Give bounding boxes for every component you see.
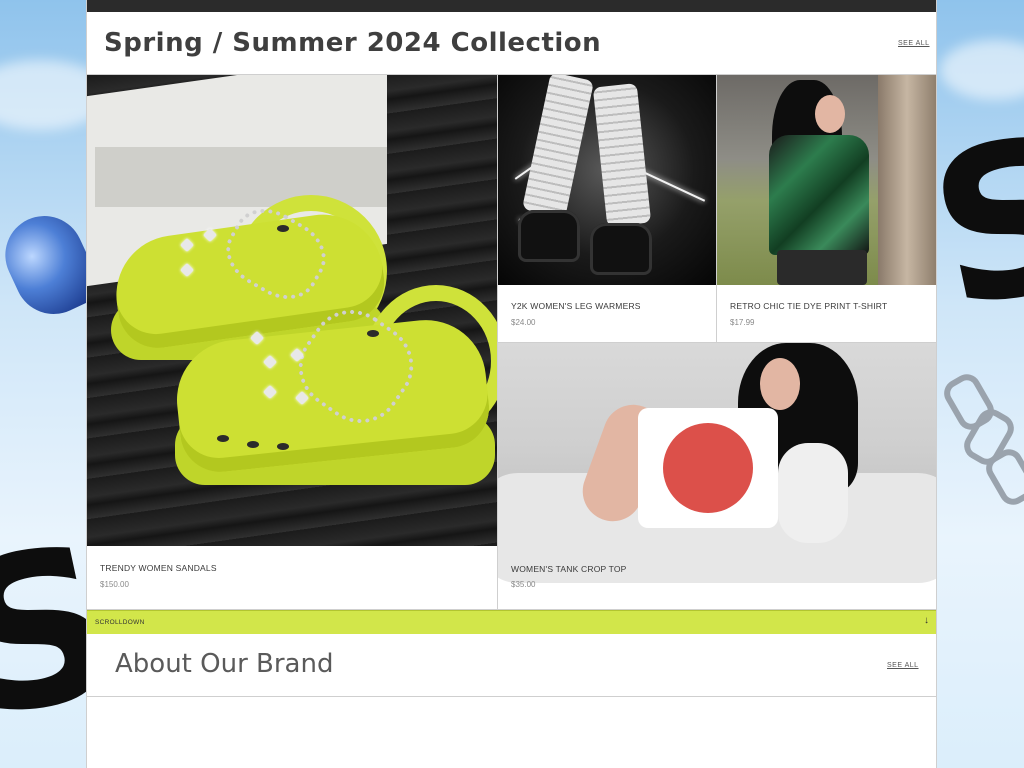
tie-dye-shirt-shape xyxy=(769,135,869,255)
tie-dye-tshirt-image xyxy=(717,75,936,285)
store-panel: Spring / Summer 2024 Collection SEE ALL xyxy=(87,0,937,768)
product-card-sandals[interactable]: TRENDY WOMEN SANDALS $150.00 xyxy=(87,75,498,610)
yellow-clog-sandals-image xyxy=(87,75,497,546)
product-card-tie-dye-tshirt[interactable]: RETRO CHIC TIE DYE PRINT T-SHIRT $17.99 xyxy=(717,75,937,343)
scroll-down-label: SCROLLDOWN xyxy=(95,619,145,626)
scroll-down-bar[interactable]: SCROLLDOWN ↓ xyxy=(87,610,936,635)
leg-warmer-shape xyxy=(592,83,652,227)
product-name: RETRO CHIC TIE DYE PRINT T-SHIRT xyxy=(730,301,888,311)
face-shape xyxy=(760,358,800,410)
product-name: TRENDY WOMEN SANDALS xyxy=(100,563,217,573)
jeans-shape xyxy=(777,250,867,285)
see-all-about-link[interactable]: SEE ALL xyxy=(887,662,919,669)
about-brand-section: About Our Brand SEE ALL xyxy=(87,634,936,697)
clog-hole-shape xyxy=(277,443,289,450)
product-grid: TRENDY WOMEN SANDALS $150.00 Y2K WOMEN'S… xyxy=(87,75,937,610)
collection-header: Spring / Summer 2024 Collection SEE ALL xyxy=(87,12,936,75)
top-strip xyxy=(87,0,936,12)
clog-hole-shape xyxy=(367,330,379,337)
product-name: Y2K WOMEN'S LEG WARMERS xyxy=(511,301,641,311)
tank-top-print-shape xyxy=(663,423,753,513)
lightning-shape xyxy=(640,170,706,202)
leg-warmers-image xyxy=(498,75,716,285)
leg-warmer-shape xyxy=(521,75,595,219)
face-shape xyxy=(815,95,845,133)
product-price: $150.00 xyxy=(100,580,129,589)
product-card-leg-warmers[interactable]: Y2K WOMEN'S LEG WARMERS $24.00 xyxy=(498,75,717,343)
product-card-tank-crop-top[interactable]: WOMEN'S TANK CROP TOP $35.00 xyxy=(498,343,937,610)
boot-shape xyxy=(518,210,580,262)
product-price: $24.00 xyxy=(511,318,536,327)
arrow-down-icon: ↓ xyxy=(924,615,929,626)
sleeve-shape xyxy=(778,443,848,543)
clog-hole-shape xyxy=(247,441,259,448)
shoe-box-inner-shape xyxy=(95,147,387,207)
collection-title: Spring / Summer 2024 Collection xyxy=(104,28,602,58)
product-price: $35.00 xyxy=(511,580,536,589)
tank-crop-top-image xyxy=(498,343,936,583)
about-brand-title: About Our Brand xyxy=(115,649,334,679)
tree-trunk-shape xyxy=(878,75,936,285)
boot-shape xyxy=(590,223,652,275)
product-price: $17.99 xyxy=(730,318,755,327)
product-name: WOMEN'S TANK CROP TOP xyxy=(511,564,627,574)
see-all-collection-link[interactable]: SEE ALL xyxy=(898,40,930,47)
clog-hole-shape xyxy=(277,225,289,232)
clog-hole-shape xyxy=(217,435,229,442)
background-cloud xyxy=(940,40,1024,100)
